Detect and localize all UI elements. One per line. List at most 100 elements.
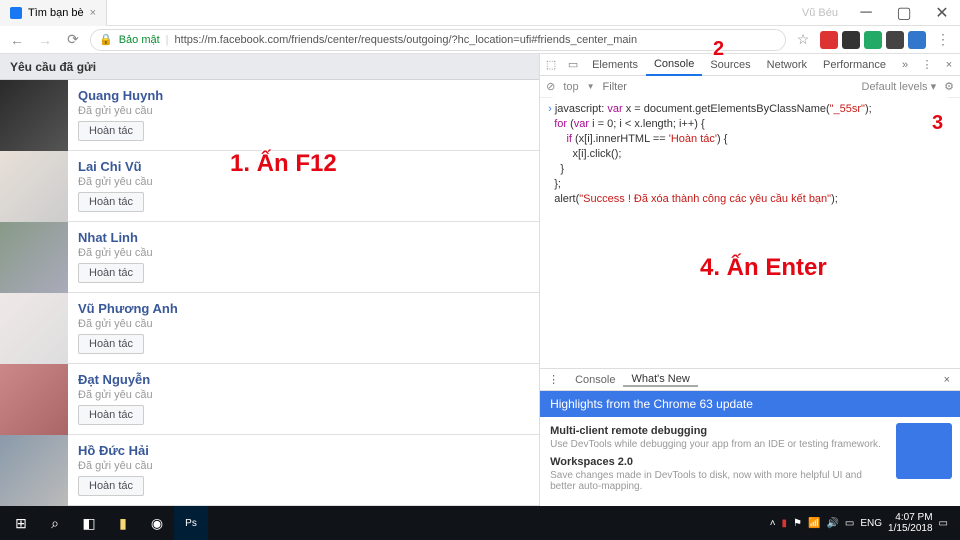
devtools-menu-icon[interactable]: ⋮ bbox=[916, 58, 938, 71]
back-button[interactable]: ← bbox=[6, 29, 28, 51]
ext-icon-3[interactable] bbox=[864, 31, 882, 49]
reload-button[interactable]: ⟳ bbox=[62, 29, 84, 51]
whats-new-drawer: ⋮ Console What's New × Highlights from t… bbox=[540, 368, 960, 506]
context-selector[interactable]: top bbox=[563, 81, 578, 93]
omnibox[interactable]: 🔒 Bảo mật | https://m.facebook.com/frien… bbox=[90, 29, 786, 51]
avatar[interactable] bbox=[0, 151, 68, 222]
photoshop-icon[interactable]: Ps bbox=[174, 506, 208, 540]
drawer-close-icon[interactable]: × bbox=[934, 374, 960, 386]
friend-name[interactable]: Đạt Nguyễn bbox=[78, 372, 529, 387]
browser-tab[interactable]: Tìm bạn bè × bbox=[0, 0, 107, 26]
minimize-button[interactable]: ─ bbox=[848, 0, 884, 26]
drawer-menu-icon[interactable]: ⋮ bbox=[540, 373, 567, 386]
tray-icon[interactable]: ▮ bbox=[782, 518, 788, 529]
inspect-icon[interactable]: ⬚ bbox=[540, 58, 562, 71]
code-line: x[i].click(); bbox=[548, 147, 960, 162]
code-line: }; bbox=[548, 177, 960, 192]
star-button[interactable]: ☆ bbox=[792, 29, 814, 51]
friend-subtext: Đã gửi yêu cầu bbox=[78, 247, 529, 259]
friend-name[interactable]: Lai Chi Vũ bbox=[78, 159, 529, 174]
abp-icon[interactable] bbox=[820, 31, 838, 49]
language-indicator[interactable]: ENG bbox=[860, 518, 882, 529]
friend-name[interactable]: Hồ Đức Hải bbox=[78, 443, 529, 458]
wn-heading-1: Multi-client remote debugging bbox=[550, 425, 890, 437]
notifications-icon[interactable]: ▭ bbox=[939, 518, 948, 529]
devtools-close-icon[interactable]: × bbox=[938, 59, 960, 71]
avatar[interactable] bbox=[0, 80, 68, 151]
console-settings-icon[interactable]: ⚙ bbox=[944, 80, 954, 93]
tab-title: Tìm bạn bè bbox=[28, 7, 84, 19]
clock[interactable]: 4:07 PM1/15/2018 bbox=[888, 512, 933, 534]
code-line: alert("Success ! Đã xóa thành công các y… bbox=[548, 192, 960, 207]
friend-subtext: Đã gửi yêu cầu bbox=[78, 460, 529, 472]
ext-icon-2[interactable] bbox=[842, 31, 860, 49]
console-filter-input[interactable] bbox=[603, 81, 854, 93]
friend-name[interactable]: Quang Huynh bbox=[78, 88, 529, 103]
undo-button[interactable]: Hoàn tác bbox=[78, 405, 144, 425]
secure-label: Bảo mật bbox=[119, 34, 160, 46]
wn-heading-2: Workspaces 2.0 bbox=[550, 456, 890, 468]
drawer-tab-console[interactable]: Console bbox=[567, 374, 623, 386]
battery-icon[interactable]: ▭ bbox=[845, 518, 854, 529]
whats-new-body: Multi-client remote debugging Use DevToo… bbox=[540, 417, 960, 506]
undo-button[interactable]: Hoàn tác bbox=[78, 334, 144, 354]
friend-list: Quang Huynh Đã gửi yêu cầu Hoàn tác Lai … bbox=[0, 80, 539, 506]
taskview-icon[interactable]: ◧ bbox=[72, 506, 106, 540]
avatar[interactable] bbox=[0, 293, 68, 364]
tab-elements[interactable]: Elements bbox=[584, 54, 646, 76]
system-tray: ˄ ▮ ⚑ 📶 🔊 ▭ ENG 4:07 PM1/15/2018 ▭ bbox=[770, 512, 956, 534]
friend-subtext: Đã gửi yêu cầu bbox=[78, 389, 529, 401]
friend-subtext: Đã gửi yêu cầu bbox=[78, 176, 529, 188]
maximize-button[interactable]: ▢ bbox=[886, 0, 922, 26]
drawer-tab-whatsnew[interactable]: What's New bbox=[623, 373, 697, 387]
close-tab-icon[interactable]: × bbox=[90, 7, 96, 19]
ext-icon-4[interactable] bbox=[886, 31, 904, 49]
close-button[interactable]: ✕ bbox=[924, 0, 960, 26]
tab-performance[interactable]: Performance bbox=[815, 54, 894, 76]
tray-icon[interactable]: ⚑ bbox=[793, 518, 802, 529]
undo-button[interactable]: Hoàn tác bbox=[78, 476, 144, 496]
avatar[interactable] bbox=[0, 364, 68, 435]
facebook-icon bbox=[10, 7, 22, 19]
forward-button[interactable]: → bbox=[34, 29, 56, 51]
devtools-tabs: ⬚ ▭ Elements Console Sources Network Per… bbox=[540, 54, 960, 76]
wifi-icon[interactable]: 📶 bbox=[808, 518, 820, 529]
code-line: › javascript: var x = document.getElemen… bbox=[548, 102, 960, 117]
tab-network[interactable]: Network bbox=[759, 54, 815, 76]
sent-requests-header: Yêu cầu đã gửi bbox=[0, 54, 539, 80]
friend-name[interactable]: Nhat Linh bbox=[78, 230, 529, 245]
avatar[interactable] bbox=[0, 435, 68, 506]
address-bar: ← → ⟳ 🔒 Bảo mật | https://m.facebook.com… bbox=[0, 26, 960, 54]
console-toolbar: ⊘ top ▼ Default levels ▾ ⚙ bbox=[540, 76, 960, 98]
tab-sources[interactable]: Sources bbox=[702, 54, 758, 76]
wn-text-2: Save changes made in DevTools to disk, n… bbox=[550, 470, 890, 492]
devtools-pane: ⬚ ▭ Elements Console Sources Network Per… bbox=[540, 54, 960, 506]
volume-icon[interactable]: 🔊 bbox=[826, 518, 838, 529]
menu-button[interactable]: ⋮ bbox=[932, 29, 954, 51]
device-toolbar-icon[interactable]: ▭ bbox=[562, 58, 584, 71]
user-name: Vũ Béu bbox=[794, 7, 846, 19]
undo-button[interactable]: Hoàn tác bbox=[78, 263, 144, 283]
clear-console-icon[interactable]: ⊘ bbox=[546, 80, 555, 93]
start-button[interactable]: ⊞ bbox=[4, 506, 38, 540]
friend-row: Lai Chi Vũ Đã gửi yêu cầu Hoàn tác bbox=[0, 151, 539, 222]
chrome-icon[interactable]: ◉ bbox=[140, 506, 174, 540]
undo-button[interactable]: Hoàn tác bbox=[78, 192, 144, 212]
tab-console[interactable]: Console bbox=[646, 54, 702, 76]
explorer-icon[interactable]: ▮ bbox=[106, 506, 140, 540]
search-icon[interactable]: ⌕ bbox=[38, 506, 72, 540]
whats-new-banner: Highlights from the Chrome 63 update bbox=[540, 391, 960, 417]
levels-selector[interactable]: Default levels ▾ bbox=[862, 80, 937, 93]
undo-button[interactable]: Hoàn tác bbox=[78, 121, 144, 141]
friend-name[interactable]: Vũ Phương Anh bbox=[78, 301, 529, 316]
more-tabs-icon[interactable]: » bbox=[894, 59, 916, 71]
friend-row: Quang Huynh Đã gửi yêu cầu Hoàn tác bbox=[0, 80, 539, 151]
avatar[interactable] bbox=[0, 222, 68, 293]
tray-chevron-icon[interactable]: ˄ bbox=[770, 518, 776, 529]
friend-subtext: Đã gửi yêu cầu bbox=[78, 318, 529, 330]
ext-icon-5[interactable] bbox=[908, 31, 926, 49]
console-body[interactable]: › javascript: var x = document.getElemen… bbox=[540, 98, 960, 368]
windows-taskbar: ⊞ ⌕ ◧ ▮ ◉ Ps ˄ ▮ ⚑ 📶 🔊 ▭ ENG 4:07 PM1/15… bbox=[0, 506, 960, 540]
chrome-titlebar: Tìm bạn bè × Vũ Béu ─ ▢ ✕ bbox=[0, 0, 960, 26]
code-line: if (x[i].innerHTML == 'Hoàn tác') { bbox=[548, 132, 960, 147]
